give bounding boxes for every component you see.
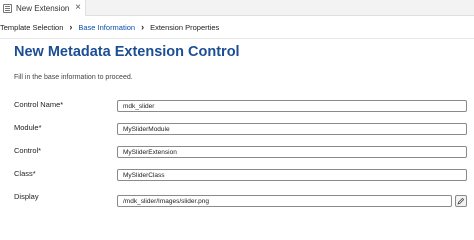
document-icon [3, 3, 12, 13]
module-input[interactable] [117, 123, 467, 135]
display-input[interactable] [117, 195, 452, 207]
browse-button[interactable] [455, 195, 467, 207]
wizard-breadcrumb: Template Selection › Base Information › … [0, 17, 474, 37]
page-title: New Metadata Extension Control [14, 44, 240, 60]
divider [0, 38, 474, 39]
breadcrumb-extension-properties[interactable]: Extension Properties [150, 23, 219, 32]
tab-new-extension[interactable]: New Extension × [0, 0, 86, 16]
breadcrumb-template-selection[interactable]: Template Selection [0, 23, 63, 32]
editor-tab-bar: New Extension × [0, 0, 474, 16]
edit-pencil-icon [457, 197, 465, 205]
breadcrumb-base-information[interactable]: Base Information [78, 23, 135, 32]
display-label: Display [14, 192, 39, 201]
tab-label: New Extension [16, 3, 70, 13]
module-label: Module* [14, 123, 42, 132]
control-input[interactable] [117, 146, 467, 158]
control-name-input[interactable] [117, 100, 467, 112]
control-label: Control* [14, 146, 42, 155]
close-icon[interactable]: × [75, 2, 81, 14]
chevron-right-icon: › [69, 22, 73, 32]
page-subtitle: Fill in the base information to proceed. [14, 74, 133, 81]
class-input[interactable] [117, 169, 467, 181]
class-label: Class* [14, 169, 36, 178]
control-name-label: Control Name* [14, 100, 64, 109]
chevron-right-icon: › [141, 22, 145, 32]
